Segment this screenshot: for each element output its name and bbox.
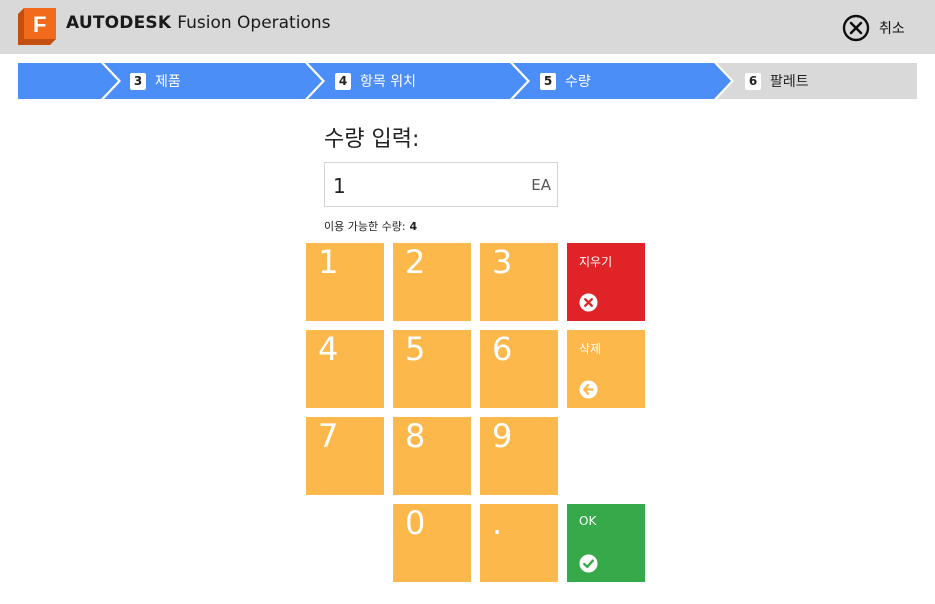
key-9[interactable]: 9 [480, 417, 558, 495]
key-3[interactable]: 3 [480, 243, 558, 321]
key-7[interactable]: 7 [306, 417, 384, 495]
key-label: 5 [405, 330, 426, 368]
quantity-title: 수량 입력: [324, 127, 420, 152]
available-value: 4 [409, 220, 418, 233]
step-number: 3 [130, 72, 146, 90]
key-label: 4 [318, 330, 339, 368]
step-label: 항목 위치 [360, 74, 416, 90]
key-label: 8 [405, 417, 426, 455]
quantity-value: 1 [333, 174, 346, 198]
key-label: 2 [405, 243, 426, 281]
step-label: 제품 [155, 74, 181, 90]
key-5[interactable]: 5 [393, 330, 471, 408]
key-0[interactable]: 0 [393, 504, 471, 582]
key-label: 9 [492, 417, 513, 455]
app-brand: AUTODESK Fusion Operations [66, 13, 330, 33]
quantity-input[interactable]: 1 EA [324, 162, 558, 207]
key-label: 1 [318, 243, 339, 281]
step-product[interactable]: 3 제품 [130, 71, 181, 91]
key-decimal[interactable]: . [480, 504, 558, 582]
key-label: 0 [405, 504, 426, 542]
delete-button[interactable]: 삭제 [567, 330, 645, 408]
key-4[interactable]: 4 [306, 330, 384, 408]
wizard-stepper: 3 제품 4 항목 위치 5 수량 6 팔레트 [18, 63, 917, 99]
clear-button[interactable]: 지우기 [567, 243, 645, 321]
quantity-unit: EA [531, 176, 551, 194]
ok-label: OK [579, 514, 597, 528]
backspace-arrow-circle-icon [579, 380, 598, 399]
cancel-button[interactable]: 취소 [842, 13, 905, 43]
step-pallet[interactable]: 6 팔레트 [745, 71, 809, 91]
brand-product: Fusion Operations [177, 13, 331, 33]
brand-autodesk: AUTODESK [66, 13, 172, 33]
available-label: 이용 가능한 수량: [324, 220, 406, 233]
key-label: . [492, 504, 503, 542]
step-number: 5 [540, 72, 556, 90]
delete-label: 삭제 [579, 342, 602, 356]
svg-text:F: F [33, 12, 46, 37]
key-label: 3 [492, 243, 513, 281]
step-item-location[interactable]: 4 항목 위치 [335, 71, 416, 91]
key-8[interactable]: 8 [393, 417, 471, 495]
clear-label: 지우기 [579, 255, 613, 269]
app-header: F AUTODESK Fusion Operations 취소 [0, 0, 935, 54]
key-label: 6 [492, 330, 513, 368]
step-label: 수량 [565, 74, 591, 90]
key-1[interactable]: 1 [306, 243, 384, 321]
step-quantity[interactable]: 5 수량 [540, 71, 591, 91]
key-2[interactable]: 2 [393, 243, 471, 321]
fusion-logo-icon: F [18, 8, 56, 45]
step-label: 팔레트 [770, 74, 809, 90]
key-label: 7 [318, 417, 339, 455]
step-number: 6 [745, 72, 761, 90]
ok-button[interactable]: OK [567, 504, 645, 582]
cancel-label: 취소 [879, 21, 905, 37]
step-number: 4 [335, 72, 351, 90]
close-circle-icon [842, 14, 870, 42]
clear-x-circle-icon [579, 293, 598, 312]
available-quantity: 이용 가능한 수량: 4 [324, 218, 417, 234]
checkmark-circle-icon [579, 554, 598, 573]
key-6[interactable]: 6 [480, 330, 558, 408]
